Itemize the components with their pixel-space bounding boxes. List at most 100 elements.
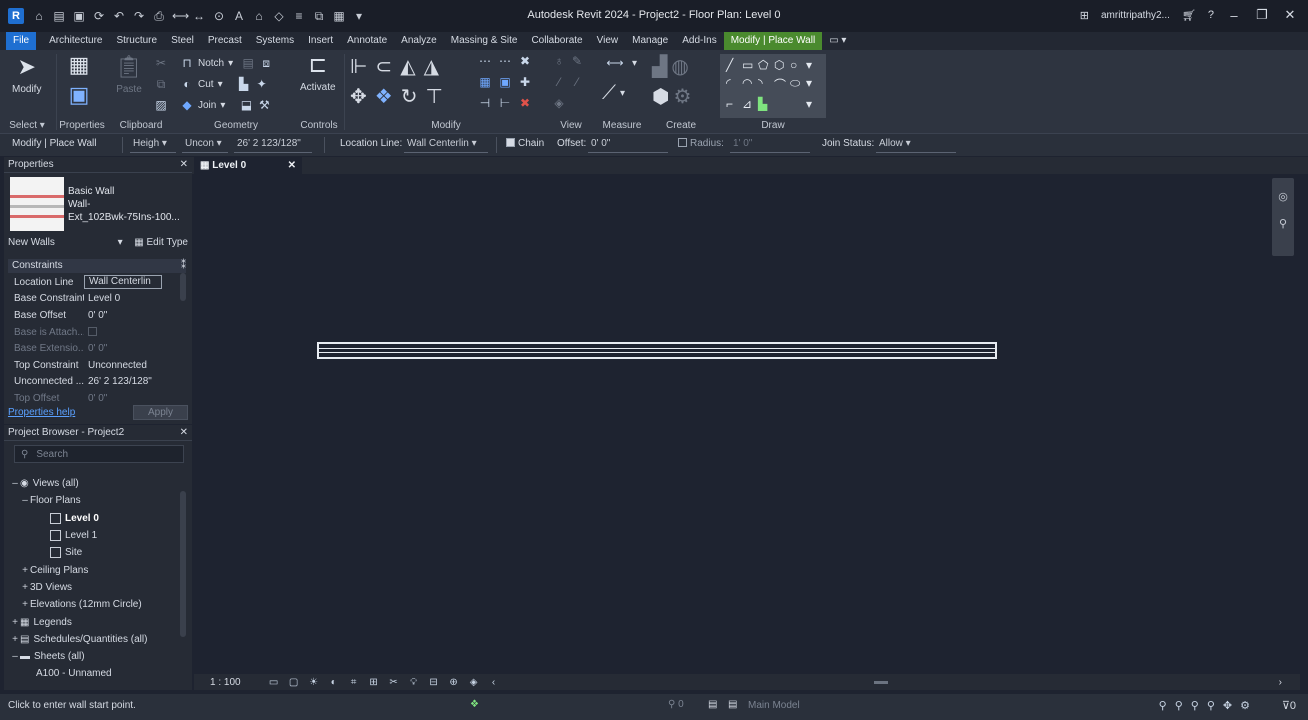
tab-systems[interactable]: Systems: [249, 32, 301, 50]
editable-only-icon[interactable]: ⚲ 0: [668, 699, 684, 710]
notch-button[interactable]: ⊓ Notch ▾ ▤ ⧈: [180, 56, 273, 70]
height-target-select[interactable]: Uncon ▾: [182, 137, 228, 153]
height-value-input[interactable]: 26' 2 123/128": [234, 137, 312, 153]
linework-icon[interactable]: ⁄: [552, 75, 566, 89]
split-face-icon[interactable]: ⧈: [259, 56, 273, 70]
match-type-icon[interactable]: ▨: [154, 98, 168, 112]
tree-node-floor-plans[interactable]: – Floor Plans: [10, 492, 182, 509]
worksets-icon[interactable]: ❖: [470, 699, 479, 710]
location-line-select[interactable]: Wall Centerlin ▾: [404, 137, 488, 153]
create-assembly-icon[interactable]: ▟: [652, 54, 667, 79]
temporary-hide-icon[interactable]: ✂: [387, 677, 401, 688]
dim-lines-icon[interactable]: ⁄: [570, 75, 584, 89]
cut-clip-icon[interactable]: ✂: [154, 56, 168, 70]
copy-element-icon[interactable]: ❖: [375, 84, 393, 109]
help-icon[interactable]: ?: [1208, 9, 1214, 21]
type-properties-button[interactable]: ▦: [66, 52, 92, 82]
select-links-icon[interactable]: ⚲: [1159, 699, 1167, 712]
apply-button[interactable]: Apply: [132, 405, 188, 420]
tab-architecture[interactable]: Architecture: [42, 32, 109, 50]
delete-icon[interactable]: ✖: [518, 96, 532, 110]
aligned-dimension-icon[interactable]: ⟋: [602, 82, 616, 105]
offset-icon[interactable]: ⊂: [375, 54, 392, 79]
create-similar-icon[interactable]: ⚙: [673, 84, 691, 109]
rotate-icon[interactable]: ↻: [401, 84, 418, 109]
tab-modify-place-wall[interactable]: Modify | Place Wall: [723, 32, 823, 50]
pin-icon[interactable]: ✚: [518, 75, 532, 89]
drawing-canvas[interactable]: ◎ ⚲: [194, 174, 1300, 674]
view-scale[interactable]: 1 : 100: [210, 677, 241, 688]
close-icon[interactable]: ✕: [288, 160, 296, 171]
worksharing-icon[interactable]: ⊟: [427, 677, 441, 688]
copy-icon[interactable]: ⧉: [154, 77, 168, 91]
detail-level-icon[interactable]: ▭: [267, 677, 281, 688]
tree-node-ceiling-plans[interactable]: + Ceiling Plans: [10, 561, 182, 578]
infocenter-icon[interactable]: ⊞: [1080, 9, 1089, 22]
visual-style-icon[interactable]: ▢: [287, 677, 301, 688]
demolish-icon[interactable]: ✦: [255, 77, 269, 91]
tree-node-views[interactable]: – ◉ Views (all): [10, 475, 182, 492]
design-options-icon[interactable]: ▤: [708, 699, 717, 710]
tab-analyze[interactable]: Analyze: [394, 32, 444, 50]
close-icon[interactable]: ✕: [180, 159, 188, 170]
customize-toolbar-icon[interactable]: ▾: [352, 9, 366, 23]
redo-icon[interactable]: ↷: [132, 9, 146, 23]
profile-icon[interactable]: ⬓: [239, 98, 253, 112]
scale-icon[interactable]: ▣: [498, 75, 512, 89]
tree-node-sheet-a100[interactable]: A100 - Unnamed: [10, 665, 182, 682]
thin-lines-icon[interactable]: ≡: [292, 9, 306, 23]
create-group-icon[interactable]: ⬢: [652, 84, 669, 109]
hide-icon[interactable]: ♁: [552, 54, 566, 68]
panel-toggle-icon[interactable]: ▭ ▾: [822, 32, 853, 50]
revit-logo-icon[interactable]: R: [8, 8, 24, 24]
save-icon[interactable]: ▣: [72, 9, 86, 23]
model-icon[interactable]: ▤: [728, 699, 737, 710]
align-icon[interactable]: ⊩: [350, 54, 367, 79]
user-account[interactable]: amrittripathy2...: [1101, 10, 1170, 21]
navigation-bar[interactable]: ◎ ⚲: [1272, 178, 1294, 256]
print-icon[interactable]: ⎙: [152, 9, 166, 24]
radius-checkbox[interactable]: Radius:: [678, 138, 724, 149]
properties-button[interactable]: ▣: [66, 82, 92, 112]
show-crop-icon[interactable]: ⊞: [367, 677, 381, 688]
split-icon[interactable]: ⋯: [478, 54, 492, 68]
close-icon[interactable]: ✕: [180, 427, 188, 438]
join-button[interactable]: ◆ Join ▾ ⬓ ⚒: [180, 98, 271, 112]
cut-button[interactable]: ◐ Cut ▾ ▙ ✦: [180, 77, 269, 91]
location-line-field[interactable]: Wall Centerlin: [84, 275, 162, 290]
horizontal-scrollbar[interactable]: [874, 681, 888, 684]
paint-icon[interactable]: ▙: [237, 77, 251, 91]
reveal-hidden-icon[interactable]: 💡︎: [407, 677, 421, 688]
join-status-select[interactable]: Allow ▾: [876, 137, 956, 153]
move-icon[interactable]: ✥: [350, 84, 367, 109]
browser-scrollbar[interactable]: [180, 491, 186, 637]
zoom-icon[interactable]: ⚲: [1279, 217, 1287, 230]
undo-icon[interactable]: ↶: [112, 9, 126, 23]
tree-node-3d-views[interactable]: +3D Views: [10, 579, 182, 596]
mirror-axis-icon[interactable]: ◭: [400, 54, 415, 79]
filter-button[interactable]: ⊽0: [1282, 699, 1296, 712]
trim-extend-icon[interactable]: ⊣: [478, 96, 492, 110]
sun-path-icon[interactable]: ☀: [307, 677, 321, 688]
tree-node-schedules[interactable]: + ▤ Schedules/Quantities (all): [10, 631, 182, 648]
select-by-face-icon[interactable]: ⚲: [1207, 699, 1215, 712]
extend-icon[interactable]: ⊢: [498, 96, 512, 110]
tab-steel[interactable]: Steel: [164, 32, 201, 50]
tree-node-elevations[interactable]: + Elevations (12mm Circle): [10, 596, 182, 613]
tab-annotate[interactable]: Annotate: [340, 32, 394, 50]
create-parts-icon[interactable]: ◍: [671, 54, 688, 79]
activate-button[interactable]: ⊏ Activate: [300, 52, 336, 93]
view-tab-level-0[interactable]: ▦ Level 0 ✕: [194, 157, 302, 174]
modify-button[interactable]: ➤ Modify: [12, 54, 41, 95]
properties-scrollbar[interactable]: [180, 273, 186, 301]
chain-checkbox[interactable]: Chain: [506, 138, 544, 149]
type-selector[interactable]: Basic Wall Wall- Ext_102Bwk-75Ins-100...: [8, 175, 184, 233]
restore-button[interactable]: ❐: [1254, 7, 1270, 23]
tree-node-sheets[interactable]: – ▬ Sheets (all): [10, 648, 182, 665]
background-processes-icon[interactable]: ⚙: [1240, 699, 1250, 712]
scroll-right-icon[interactable]: ›: [1279, 677, 1282, 688]
measure-icon[interactable]: ⟷: [172, 9, 189, 23]
wall-element[interactable]: [317, 342, 997, 359]
tree-node-level-1[interactable]: Level 1: [10, 527, 182, 544]
close-views-icon[interactable]: ⧉: [312, 9, 326, 24]
